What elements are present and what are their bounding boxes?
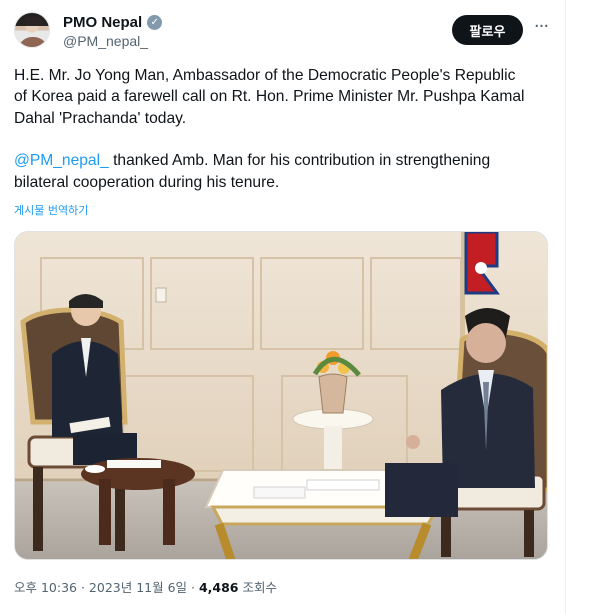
tweet-line: Dahal 'Prachanda' today. xyxy=(14,109,187,127)
meta-separator: · xyxy=(187,580,199,595)
tweet-photo[interactable] xyxy=(14,231,548,560)
tweet-line: H.E. Mr. Jo Yong Man, Ambassador of the … xyxy=(14,67,516,84)
avatar-cap xyxy=(25,17,41,26)
translate-post-link[interactable]: 게시물 번역하기 xyxy=(14,202,88,218)
table-leg xyxy=(163,479,175,545)
verified-badge-icon: ✓ xyxy=(147,15,163,30)
photo-illustration xyxy=(15,232,547,559)
tea-cup xyxy=(85,465,105,473)
flower-vase xyxy=(318,373,348,414)
mention-link[interactable]: @PM_nepal_ xyxy=(14,152,109,169)
meta-separator: · xyxy=(77,580,89,595)
follow-button[interactable]: 팔로우 xyxy=(452,15,523,45)
table-leg xyxy=(99,479,111,545)
wall-switch xyxy=(155,287,167,303)
tweet-line: bilateral cooperation during his tenure. xyxy=(14,173,280,191)
right-person-hands xyxy=(406,435,420,449)
avatar-coat xyxy=(18,37,48,47)
chair-leg xyxy=(441,510,451,557)
display-name[interactable]: PMO Nepal xyxy=(63,14,142,31)
right-divider xyxy=(565,0,566,614)
paper-stack xyxy=(306,479,380,491)
post-date[interactable]: 2023년 11월 6일 xyxy=(89,580,187,595)
author-name-row[interactable]: PMO Nepal ✓ xyxy=(63,14,163,31)
right-person-head xyxy=(466,323,506,363)
views-label: 조회수 xyxy=(238,580,277,595)
name-card xyxy=(107,460,161,468)
tweet-meta: 오후 10:36 · 2023년 11월 6일 · 4,486 조회수 xyxy=(14,577,277,596)
flag-emblem xyxy=(475,262,487,274)
user-handle[interactable]: @PM_nepal_ xyxy=(63,33,148,49)
tweet-text: H.E. Mr. Jo Yong Man, Ambassador of the … xyxy=(14,65,546,193)
views-count: 4,486 xyxy=(198,580,239,595)
chair-leg xyxy=(33,467,43,551)
paper-stack xyxy=(253,486,306,499)
right-person-legs xyxy=(385,463,458,517)
tweet-line: @PM_nepal_ thanked Amb. Man for his cont… xyxy=(14,150,546,171)
chair-leg xyxy=(524,510,534,557)
tweet-line: of Korea paid a farewell call on Rt. Hon… xyxy=(14,88,525,106)
more-icon[interactable]: ··· xyxy=(530,16,552,42)
tweet-card: PMO Nepal ✓ @PM_nepal_ 팔로우 ··· H.E. Mr. … xyxy=(0,0,565,614)
post-time[interactable]: 오후 10:36 xyxy=(14,580,77,595)
tweet-line-text: thanked Amb. Man for his contribution in… xyxy=(108,152,491,170)
avatar[interactable] xyxy=(14,12,50,48)
